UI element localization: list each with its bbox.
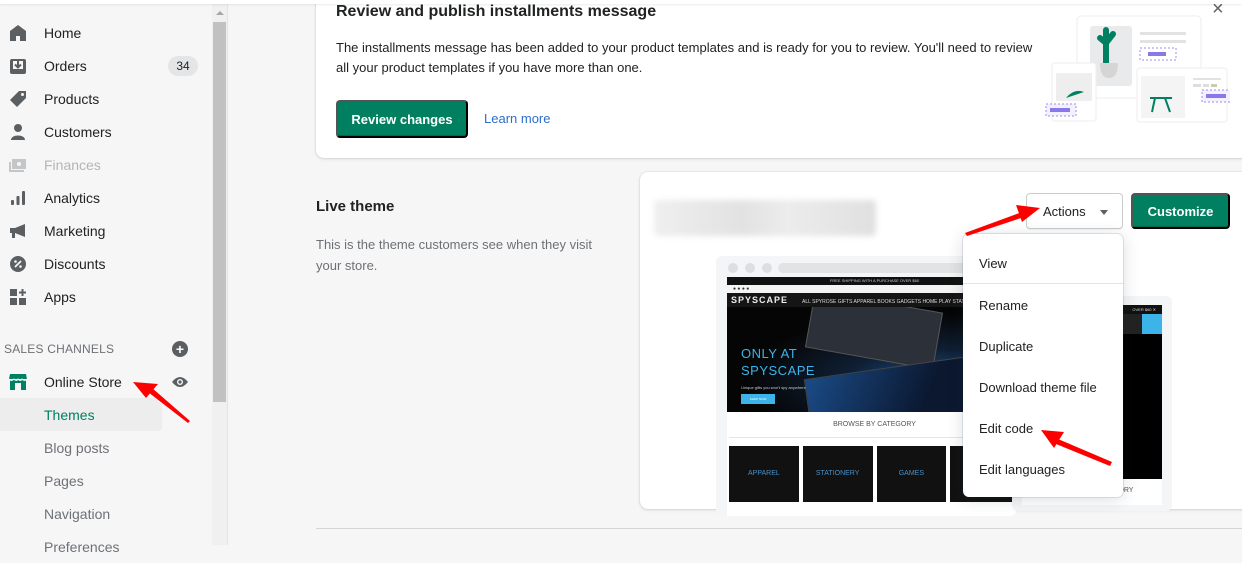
person-icon (8, 122, 28, 142)
review-changes-button[interactable]: Review changes (336, 100, 468, 138)
installments-card-title: Review and publish installments message (336, 3, 657, 20)
sidebar-item-customers[interactable]: Customers (0, 115, 210, 148)
home-icon (8, 23, 28, 43)
discount-icon (8, 254, 28, 274)
sidebar-subitem-navigation[interactable]: Navigation (0, 497, 162, 530)
menu-item-edit-code[interactable]: Edit code (979, 421, 1033, 436)
menu-item-download-theme-file[interactable]: Download theme file (979, 380, 1097, 395)
installments-card-body: The installments message has been added … (336, 40, 1033, 75)
customize-button[interactable]: Customize (1131, 193, 1230, 229)
preview-logo: SPYSCAPE (731, 295, 789, 305)
store-icon (8, 372, 28, 392)
preview-hero-title: ONLY AT SPYSCAPE (741, 346, 816, 378)
megaphone-icon (8, 221, 28, 241)
view-store-eye-icon[interactable] (172, 375, 188, 394)
preview-category: STATIONERY (802, 446, 873, 502)
orders-icon (8, 56, 28, 76)
actions-button[interactable]: Actions (1026, 193, 1123, 229)
browser-dots (728, 263, 772, 273)
live-theme-description: This is the theme customers see when the… (316, 237, 593, 273)
scrollbar-thumb[interactable] (213, 22, 226, 402)
sidebar-subitem-preferences[interactable]: Preferences (0, 530, 162, 563)
sidebar-item-apps[interactable]: Apps (0, 280, 210, 313)
sales-channels-heading: SALES CHANNELS (4, 342, 115, 356)
live-theme-card: Actions Customize FREE SHIPPING WITH A P… (640, 172, 1242, 516)
sidebar-item-finances[interactable]: Finances (0, 148, 210, 181)
scroll-up-arrow[interactable] (216, 11, 224, 15)
menu-item-rename[interactable]: Rename (979, 298, 1028, 313)
section-divider (316, 528, 1242, 529)
preview-shop-button: SHOP NOW (741, 394, 775, 404)
sidebar-subitem-themes[interactable]: Themes (0, 398, 162, 431)
menu-divider (963, 283, 1123, 284)
sidebar: Home Orders 34 Products Customers Financ… (0, 0, 212, 555)
apps-icon (8, 287, 28, 307)
actions-menu: View Rename Duplicate Download theme fil… (963, 234, 1123, 497)
top-bar-edge (0, 0, 1242, 4)
bar-chart-icon (8, 188, 28, 208)
add-sales-channel-button[interactable]: + (172, 341, 188, 357)
theme-name-redacted (654, 200, 876, 236)
sidebar-scrollbar[interactable] (212, 0, 228, 545)
sidebar-item-discounts[interactable]: Discounts (0, 247, 210, 280)
live-theme-title: Live theme (316, 198, 395, 215)
actions-button-label: Actions (1043, 203, 1086, 219)
menu-item-edit-languages[interactable]: Edit languages (979, 462, 1065, 477)
sidebar-subitem-pages[interactable]: Pages (0, 464, 162, 497)
orders-count-badge: 34 (168, 55, 198, 76)
sidebar-subitem-blog-posts[interactable]: Blog posts (0, 431, 162, 464)
menu-item-duplicate[interactable]: Duplicate (979, 339, 1033, 354)
preview-category: GAMES (876, 446, 947, 502)
caret-down-icon (1100, 210, 1108, 215)
sidebar-item-products[interactable]: Products (0, 82, 210, 115)
sidebar-item-marketing[interactable]: Marketing (0, 214, 210, 247)
sidebar-item-analytics[interactable]: Analytics (0, 181, 210, 214)
tag-icon (8, 89, 28, 109)
learn-more-link[interactable]: Learn more (484, 111, 550, 126)
sidebar-item-home[interactable]: Home (0, 16, 210, 49)
cart-icon (1142, 314, 1162, 334)
sidebar-item-orders[interactable]: Orders 34 (0, 49, 210, 82)
menu-item-view[interactable]: View (979, 256, 1007, 271)
preview-category: APPAREL (729, 446, 799, 502)
installments-illustration (1045, 15, 1230, 123)
finances-icon (8, 155, 28, 175)
preview-hero-tagline: Unique gifts you won't spy anywhere (741, 385, 806, 390)
